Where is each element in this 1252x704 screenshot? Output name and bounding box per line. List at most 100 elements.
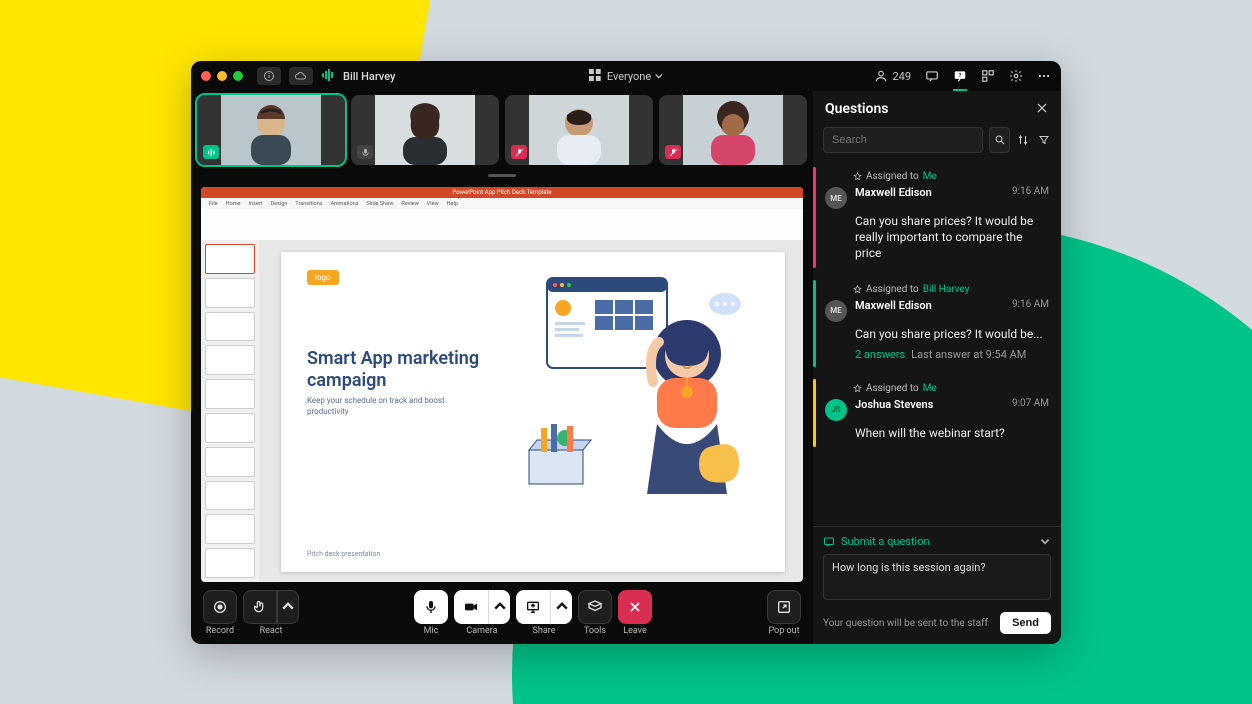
avatar: ME [825,187,847,209]
gear-icon [1009,69,1023,83]
leave-button[interactable] [618,590,652,624]
slide-thumb[interactable] [205,514,255,544]
window-controls[interactable] [201,71,243,81]
avatar: JS [825,399,847,421]
slide-thumb[interactable] [205,548,255,578]
participant-tile[interactable] [197,95,345,165]
submit-hint: Your question will be sent to the staff [823,618,988,629]
question-text: When will the webinar start? [855,425,1049,441]
close-dot-icon[interactable] [201,71,211,81]
video-strip [191,91,813,169]
popout-button[interactable] [767,590,801,624]
question-icon [823,536,835,548]
grid-icon[interactable] [589,69,601,84]
powerpoint-titlebar: PowerPoint App Pitch Deck Template [201,187,803,198]
minimize-dot-icon[interactable] [217,71,227,81]
react-label: React [260,626,283,636]
person-icon [874,69,888,83]
question-input[interactable] [823,554,1051,600]
priority-stripe [813,379,816,447]
react-menu-button[interactable] [277,590,299,624]
chevron-down-icon [1039,536,1051,548]
question-item[interactable]: Assigned to MeMEMaxwell Edison9:16 AMCan… [813,161,1061,274]
slide-thumb[interactable] [205,278,255,308]
popout-label: Pop out [768,626,799,636]
pin-icon [853,384,862,393]
record-label: Record [206,626,234,636]
search-input[interactable] [823,127,983,153]
participant-count: 249 [892,70,911,83]
assigned-label: Assigned to Me [853,171,1049,182]
slide-subtitle: Keep your schedule on track and boost pr… [307,396,477,418]
camera-button[interactable] [454,590,488,624]
avatar: ME [825,300,847,322]
settings-button[interactable] [1009,69,1023,83]
slide-title: Smart App marketing campaign [307,348,497,391]
chat-button[interactable] [925,69,939,83]
slide-logo-chip: logo [307,270,339,285]
question-item[interactable]: Assigned to Bill HarveyMEMaxwell Edison9… [813,274,1061,373]
camera-label: Camera [466,626,497,636]
assigned-label: Assigned to Bill Harvey [853,284,1049,295]
submit-label: Submit a question [841,535,930,548]
question-text: Can you share prices? It would be... [855,326,1049,342]
answers-summary[interactable]: 2 answersLast answer at 9:54 AM [855,348,1049,361]
slide-thumb[interactable] [205,345,255,375]
question-time: 9:07 AM [1012,398,1049,411]
ellipsis-icon [1037,69,1051,83]
apps-icon [981,69,995,83]
question-item[interactable]: Assigned to Me JS Joshua Stevens9:07 AM Whe… [813,373,1061,453]
questions-panel: Questions Assigned to MeMEMaxwell Edison… [813,91,1061,644]
mic-off-icon [665,145,681,159]
questions-list: Assigned to MeMEMaxwell Edison9:16 AMCan… [813,161,1061,526]
participant-tile[interactable] [351,95,499,165]
react-button[interactable] [243,590,277,624]
slide-canvas: logo Smart App marketing campaign Keep y… [281,252,785,572]
slide-thumb[interactable] [205,413,255,443]
more-button[interactable] [1037,69,1051,83]
mic-button[interactable] [414,590,448,624]
slide-thumb[interactable] [205,244,255,274]
participant-tile[interactable] [505,95,653,165]
zoom-dot-icon[interactable] [233,71,243,81]
question-text: Can you share prices? It would be really… [855,213,1049,262]
share-label: Share [533,626,556,636]
record-button[interactable] [203,590,237,624]
cloud-button[interactable] [289,67,313,85]
tools-button[interactable] [578,590,612,624]
assigned-label: Assigned to Me [853,383,1049,394]
slide-thumb[interactable] [205,312,255,342]
mic-muted-icon [357,145,373,159]
submit-question-toggle[interactable]: Submit a question [823,535,1051,548]
chevron-down-icon [655,72,663,80]
qa-button[interactable]: ? [953,69,967,83]
info-button[interactable] [257,67,281,85]
priority-stripe [813,280,816,367]
send-button[interactable]: Send [1000,612,1051,634]
share-button[interactable] [516,590,550,624]
layout-dropdown[interactable]: Everyone [607,70,663,83]
sort-button[interactable] [1016,127,1030,153]
slide-illustration [507,274,767,504]
qa-icon: ? [953,69,967,83]
titlebar: Bill Harvey Everyone 249 ? [191,61,1061,91]
share-menu-button[interactable] [550,590,572,624]
mic-off-icon [511,145,527,159]
resize-handle[interactable] [191,169,813,181]
participants-button[interactable]: 249 [874,69,911,83]
filter-button[interactable] [1037,127,1051,153]
participant-tile[interactable] [659,95,807,165]
camera-menu-button[interactable] [488,590,510,624]
questions-header: Questions [825,101,888,117]
close-panel-button[interactable] [1035,100,1049,119]
leave-label: Leave [623,626,647,636]
question-author: Joshua Stevens9:07 AM [855,398,1049,411]
apps-button[interactable] [981,69,995,83]
slide-thumb[interactable] [205,379,255,409]
slide-thumb[interactable] [205,481,255,511]
tools-label: Tools [584,626,606,636]
search-button[interactable] [989,127,1010,153]
slide-thumb[interactable] [205,447,255,477]
slide-thumbnails[interactable] [201,240,259,582]
mic-active-icon [203,145,219,159]
